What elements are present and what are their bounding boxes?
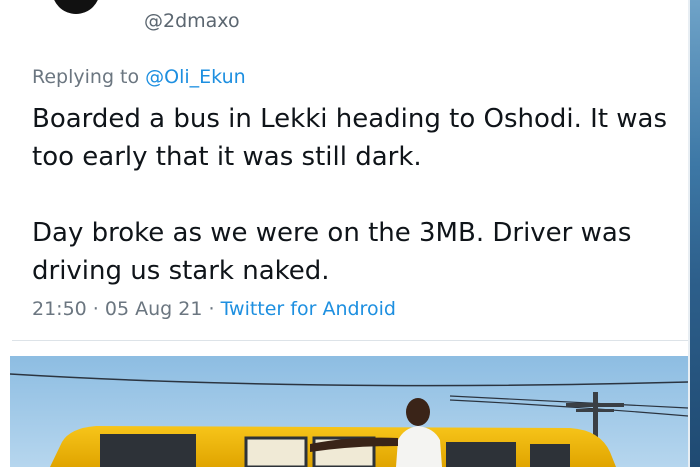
tweet-meta: 21:50 · 05 Aug 21 · Twitter for Android xyxy=(32,298,396,320)
meta-separator: · xyxy=(202,298,221,320)
tweet-paragraph: Boarded a bus in Lekki heading to Oshodi… xyxy=(32,104,668,172)
meta-separator: · xyxy=(86,298,105,320)
replying-to-mention[interactable]: @Oli_Ekun xyxy=(145,66,246,88)
tweet-media-photo[interactable] xyxy=(10,356,688,467)
avatar[interactable] xyxy=(52,0,100,14)
replying-to-line: Replying to @Oli_Ekun xyxy=(32,66,246,88)
tweet-text: Boarded a bus in Lekki heading to Oshodi… xyxy=(32,100,672,290)
tweet-date[interactable]: 05 Aug 21 xyxy=(105,298,203,320)
divider xyxy=(12,340,688,341)
user-handle[interactable]: @2dmaxo xyxy=(144,10,240,32)
replying-prefix: Replying to xyxy=(32,66,146,88)
background-strip xyxy=(690,0,700,467)
tweet-client[interactable]: Twitter for Android xyxy=(221,298,396,320)
tweet-paragraph: Day broke as we were on the 3MB. Driver … xyxy=(32,218,632,286)
tweet-time[interactable]: 21:50 xyxy=(32,298,87,320)
